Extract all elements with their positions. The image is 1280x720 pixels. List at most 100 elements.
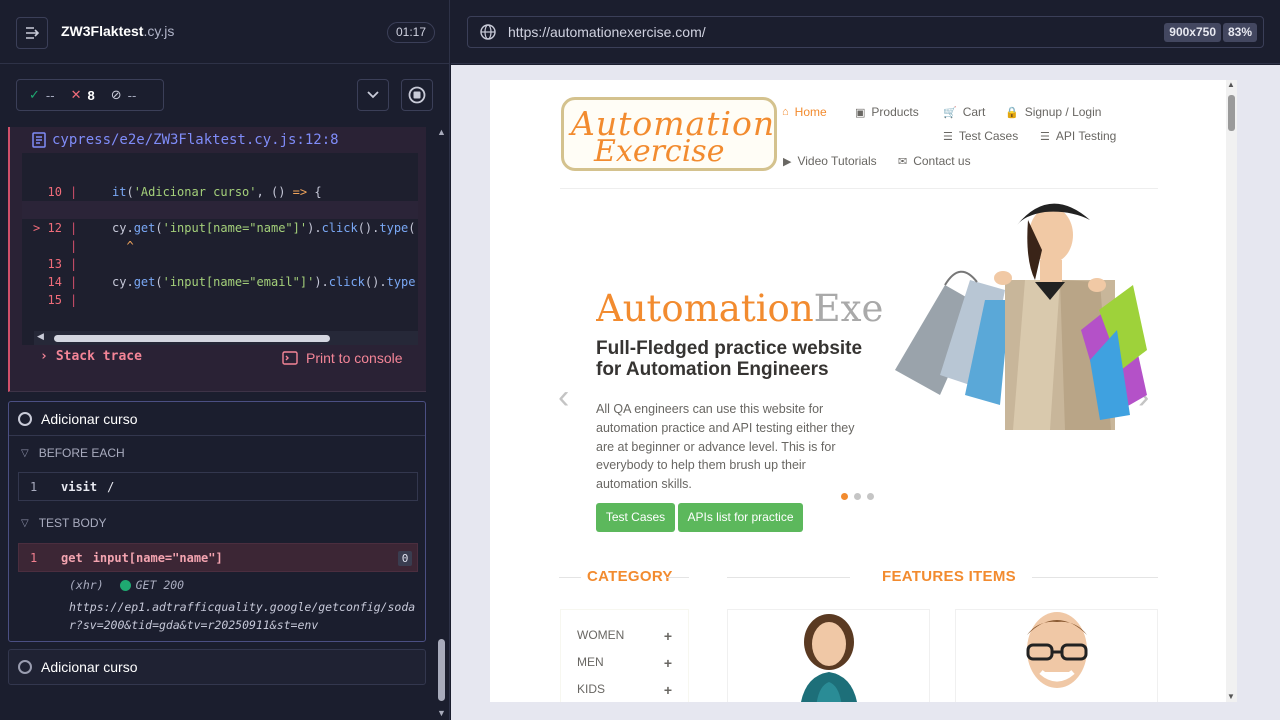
zoom-badge: 83% xyxy=(1222,23,1257,42)
test-cases-button[interactable]: Test Cases xyxy=(596,503,675,532)
url-text: https://automationexercise.com/ xyxy=(508,24,706,40)
command-message: / xyxy=(107,479,115,494)
test-title: Adicionar curso xyxy=(41,410,138,427)
file-link-text: cypress/e2e/ZW3Flaktest.cy.js:12:8 xyxy=(52,132,339,148)
spec-extension: .cy.js xyxy=(143,23,175,39)
globe-icon xyxy=(480,24,496,40)
scroll-left-icon[interactable]: ◀ xyxy=(37,331,44,342)
xhr-log[interactable]: (xhr) GET 200 xyxy=(69,578,184,592)
url-bar[interactable]: https://automationexercise.com/ 900x750 … xyxy=(467,16,1264,48)
test-item[interactable]: Adicionar curso ▽ BEFORE EACH 1 visit / ▽… xyxy=(8,401,426,642)
logo-text-line2: Exercise xyxy=(594,134,725,169)
stop-button[interactable] xyxy=(401,79,433,111)
slider-title-a: Automation xyxy=(596,287,814,330)
nav-video-tutorials[interactable]: ▶ Video Tutorials xyxy=(783,154,877,168)
products-icon: ▣ xyxy=(855,106,866,119)
plus-icon[interactable]: + xyxy=(664,628,672,644)
category-kids[interactable]: KIDS + xyxy=(577,682,672,698)
home-icon: ⌂ xyxy=(782,106,789,118)
hook-label: TEST BODY xyxy=(38,516,107,530)
element-count-badge: 0 xyxy=(398,551,412,566)
spec-basename: ZW3Flaktest xyxy=(61,23,144,39)
category-panel: WOMEN + MEN + KIDS + xyxy=(560,609,689,702)
nav-cart[interactable]: 🛒 Cart xyxy=(943,105,985,119)
hook-test-body[interactable]: ▽ TEST BODY xyxy=(21,516,107,530)
header-divider xyxy=(560,188,1158,189)
code-line: 11| xyxy=(22,183,418,217)
nav-contact-us[interactable]: ✉ Contact us xyxy=(898,154,971,168)
test-title-row[interactable]: Adicionar curso xyxy=(9,650,425,684)
scrollbar-thumb[interactable] xyxy=(438,639,445,701)
reporter-scrollbar[interactable]: ▲ ▼ xyxy=(436,127,448,720)
nav-label: API Testing xyxy=(1055,129,1117,143)
code-line: 15 | xyxy=(22,273,418,307)
chevron-down-icon: ▽ xyxy=(21,517,29,529)
code-line: 10 | it('Adicionar curso', () => { xyxy=(22,165,418,199)
slider-heading: Full-Fledged practice website for Automa… xyxy=(596,338,863,380)
pending-stat: ⊘ -- xyxy=(111,87,137,103)
hook-before-each[interactable]: ▽ BEFORE EACH xyxy=(21,446,125,460)
slider-indicator-active[interactable] xyxy=(841,493,848,500)
scroll-down-icon[interactable]: ▼ xyxy=(437,708,446,718)
code-line: 14 | cy.get('input[name="email"]').click()… xyxy=(22,255,418,289)
terminal-icon xyxy=(282,351,298,365)
command-visit[interactable]: 1 visit / xyxy=(18,472,418,501)
toggle-specs-button[interactable] xyxy=(16,17,48,49)
site-logo[interactable]: Automation Exercise xyxy=(561,97,777,171)
section-rule xyxy=(1032,577,1158,578)
test-title-row[interactable]: Adicionar curso xyxy=(9,402,425,436)
check-icon: ✓ xyxy=(29,87,40,102)
plus-icon[interactable]: + xyxy=(664,655,672,671)
category-men[interactable]: MEN + xyxy=(577,655,672,671)
category-label: KIDS xyxy=(577,682,606,696)
slider-paragraph: All QA engineers can use this website fo… xyxy=(596,402,855,492)
nav-test-cases[interactable]: ☰ Test Cases xyxy=(943,129,1018,143)
pending-icon: ⊘ xyxy=(110,87,122,102)
plus-icon[interactable]: + xyxy=(664,682,672,698)
viewport-size-badge[interactable]: 900x750 xyxy=(1164,23,1221,42)
youtube-icon: ▶ xyxy=(783,155,792,168)
scroll-up-icon[interactable]: ▲ xyxy=(437,127,446,137)
chevron-right-icon: › xyxy=(40,349,48,364)
website-frame: Automation Exercise ⌂ Home ▣ Products 🛒 Car… xyxy=(490,80,1237,702)
xhr-label: (xhr) xyxy=(69,578,104,592)
code-horizontal-scrollbar[interactable]: ◀ ▶ xyxy=(34,331,418,345)
pending-status-icon xyxy=(18,660,32,674)
stack-trace-toggle[interactable]: › Stack trace xyxy=(40,349,142,364)
error-file-link[interactable]: cypress/e2e/ZW3Flaktest.cy.js:12:8 xyxy=(32,127,339,153)
category-women[interactable]: WOMEN + xyxy=(577,628,672,644)
list-icon: ☰ xyxy=(943,130,953,143)
website-scrollbar[interactable]: ▲ ▼ xyxy=(1226,80,1237,702)
scrollbar-thumb[interactable] xyxy=(1228,95,1235,131)
passed-count: -- xyxy=(45,87,55,103)
x-icon: ✕ xyxy=(70,87,82,102)
slider-indicator[interactable] xyxy=(867,493,874,500)
scroll-down-icon[interactable]: ▼ xyxy=(1227,692,1235,701)
features-items-title: FEATURES ITEMS xyxy=(882,568,1016,585)
print-to-console-button[interactable]: Print to console xyxy=(282,350,403,366)
nav-api-testing[interactable]: ☰ API Testing xyxy=(1040,129,1116,143)
nav-label: Home xyxy=(794,105,827,119)
scrollbar-thumb[interactable] xyxy=(54,335,330,342)
slider-prev-icon[interactable]: ‹ xyxy=(558,378,569,417)
aut-header: https://automationexercise.com/ 900x750 … xyxy=(451,0,1280,64)
running-status-icon xyxy=(18,411,32,426)
slider-title-b: Exercise xyxy=(813,287,884,330)
product-card xyxy=(727,609,930,702)
nav-products[interactable]: ▣ Products xyxy=(855,105,919,119)
command-number: 1 xyxy=(30,479,38,494)
failed-count: 8 xyxy=(87,87,95,103)
category-label: MEN xyxy=(577,655,604,669)
command-number: 1 xyxy=(30,550,38,565)
apis-list-button[interactable]: APIs list for practice xyxy=(678,503,803,532)
slider-indicator[interactable] xyxy=(854,493,861,500)
test-item[interactable]: Adicionar curso xyxy=(8,649,426,685)
expand-collapse-button[interactable] xyxy=(357,79,389,111)
command-get-failed[interactable]: 1 get input[name="name"] 0 xyxy=(18,543,418,572)
status-dot-icon xyxy=(119,579,131,591)
nav-home[interactable]: ⌂ Home xyxy=(782,105,827,119)
scroll-up-icon[interactable]: ▲ xyxy=(1227,80,1235,89)
section-rule xyxy=(667,577,689,578)
nav-signup-login[interactable]: 🔒 Signup / Login xyxy=(1005,105,1101,119)
passed-stat: ✓ -- xyxy=(29,87,55,103)
